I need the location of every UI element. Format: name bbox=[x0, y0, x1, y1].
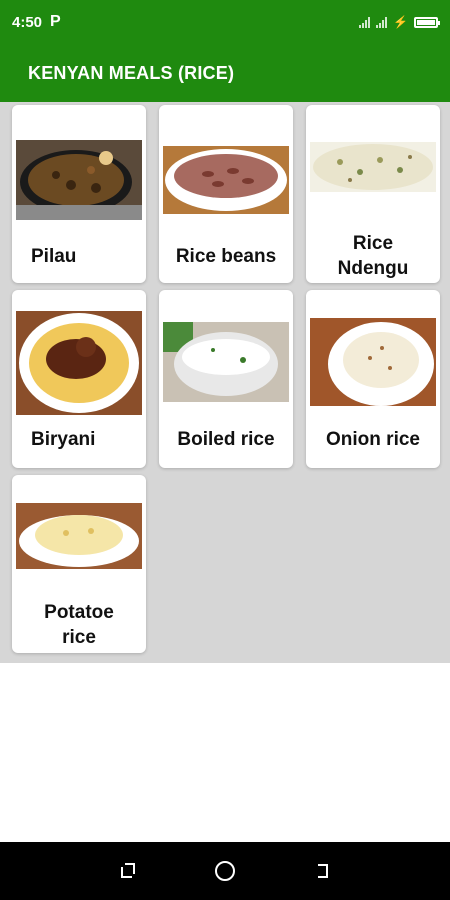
status-time: 4:50 bbox=[12, 13, 43, 31]
meal-label: Rice beans bbox=[175, 246, 277, 267]
meal-card-potatoe-rice[interactable]: Potatoe rice bbox=[12, 475, 146, 653]
potatoe-rice-image bbox=[16, 503, 142, 569]
status-bar: 4:50 P ⚡ bbox=[0, 0, 450, 44]
meal-label: Biryani bbox=[31, 429, 96, 450]
meal-label: Boiled rice bbox=[177, 429, 275, 450]
boiled-rice-image bbox=[163, 322, 289, 402]
onion-rice-image bbox=[310, 318, 436, 406]
meal-card-rice-beans[interactable]: Rice beans bbox=[159, 105, 293, 283]
meal-card-pilau[interactable]: Pilau bbox=[12, 105, 146, 283]
meal-card-onion-rice[interactable]: Onion rice bbox=[306, 290, 440, 468]
charging-icon: ⚡ bbox=[393, 15, 408, 29]
pilau-image bbox=[16, 140, 142, 220]
app-bar: KENYAN MEALS (RICE) bbox=[0, 44, 450, 102]
meal-grid: Pilau Rice beans Rice Ndengu Biryani Boi… bbox=[0, 102, 450, 663]
signal-icon bbox=[359, 16, 371, 28]
app-notification-icon: P bbox=[50, 13, 61, 30]
biryani-image bbox=[16, 311, 142, 415]
meal-label: Rice Ndengu bbox=[337, 233, 409, 279]
back-icon[interactable] bbox=[307, 856, 337, 886]
system-nav-bar bbox=[0, 842, 450, 900]
meal-card-boiled-rice[interactable]: Boiled rice bbox=[159, 290, 293, 468]
meal-card-rice-ndengu[interactable]: Rice Ndengu bbox=[306, 105, 440, 283]
recent-apps-icon[interactable] bbox=[113, 856, 143, 886]
meal-label: Pilau bbox=[31, 246, 77, 267]
page-title: KENYAN MEALS (RICE) bbox=[28, 62, 235, 83]
meal-label: Potatoe rice bbox=[44, 602, 114, 648]
meal-label: Onion rice bbox=[326, 429, 420, 450]
signal-2-icon bbox=[376, 16, 388, 28]
home-icon[interactable] bbox=[210, 856, 240, 886]
rice-ndengu-image bbox=[310, 142, 436, 192]
rice-beans-image bbox=[163, 146, 289, 214]
meal-card-biryani[interactable]: Biryani bbox=[12, 290, 146, 468]
battery-icon bbox=[414, 16, 440, 28]
